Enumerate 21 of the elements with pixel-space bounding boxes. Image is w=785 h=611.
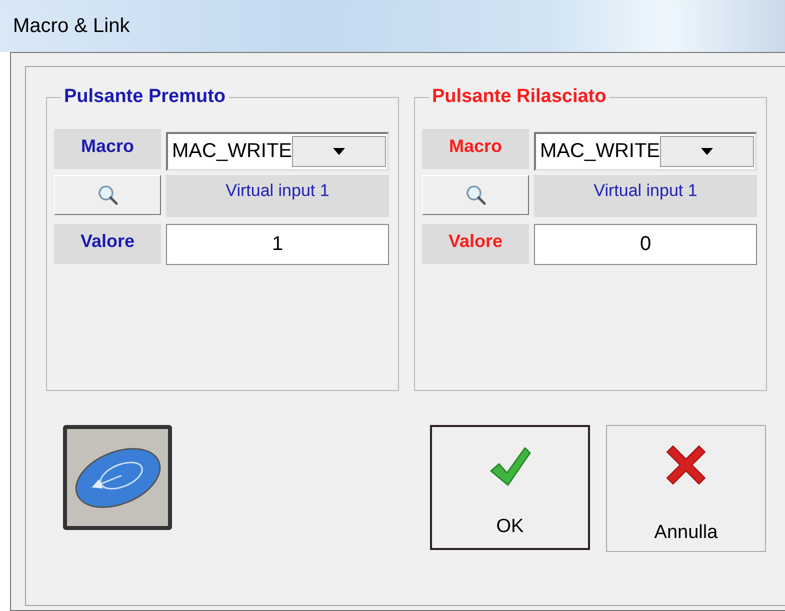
macro-label: Macro: [422, 129, 529, 169]
macro-dropdown[interactable]: MAC_WRITE: [534, 132, 757, 171]
value-label: Valore: [422, 224, 529, 264]
macro-label: Macro: [54, 129, 161, 169]
search-button[interactable]: [422, 175, 529, 215]
ok-button[interactable]: OK: [430, 425, 590, 550]
search-button[interactable]: [54, 175, 161, 215]
close-icon: [665, 444, 707, 486]
dropdown-arrow-icon: [333, 148, 345, 155]
window-title: Macro & Link: [13, 14, 130, 38]
value-field[interactable]: 1: [166, 224, 389, 265]
value-field[interactable]: 0: [534, 224, 757, 265]
cancel-button[interactable]: Annulla: [606, 425, 766, 552]
search-icon: [464, 184, 486, 206]
target-name: Virtual input 1: [166, 175, 389, 217]
macro-dropdown[interactable]: MAC_WRITE: [166, 132, 389, 171]
back-button[interactable]: [63, 425, 172, 530]
search-icon: [96, 184, 118, 206]
value-label: Valore: [54, 224, 161, 264]
dropdown-arrow-icon: [701, 148, 713, 155]
target-name: Virtual input 1: [534, 175, 757, 217]
